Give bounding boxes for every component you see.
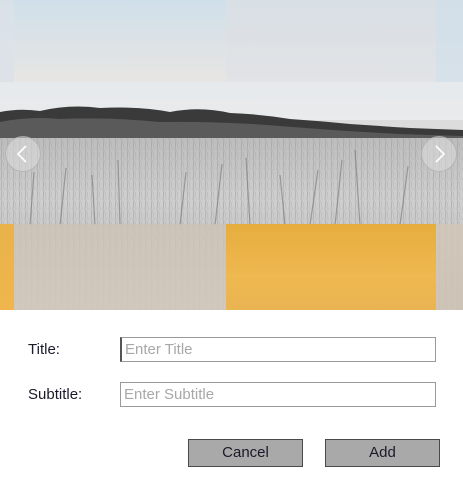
cancel-button[interactable]: Cancel bbox=[188, 439, 303, 467]
chevron-left-icon bbox=[16, 145, 27, 163]
subtitle-label: Subtitle: bbox=[28, 386, 83, 403]
subtitle-input[interactable] bbox=[120, 382, 436, 407]
image-carousel bbox=[0, 0, 463, 310]
title-input[interactable] bbox=[120, 337, 436, 362]
carousel-next-button[interactable] bbox=[421, 136, 457, 172]
carousel-prev-button[interactable] bbox=[5, 136, 41, 172]
chevron-right-icon bbox=[435, 145, 446, 163]
wheat-field-photo bbox=[0, 0, 463, 310]
add-button[interactable]: Add bbox=[325, 439, 440, 467]
dialog: Title: Subtitle: Cancel Add bbox=[0, 0, 463, 489]
title-label: Title: bbox=[28, 341, 60, 358]
